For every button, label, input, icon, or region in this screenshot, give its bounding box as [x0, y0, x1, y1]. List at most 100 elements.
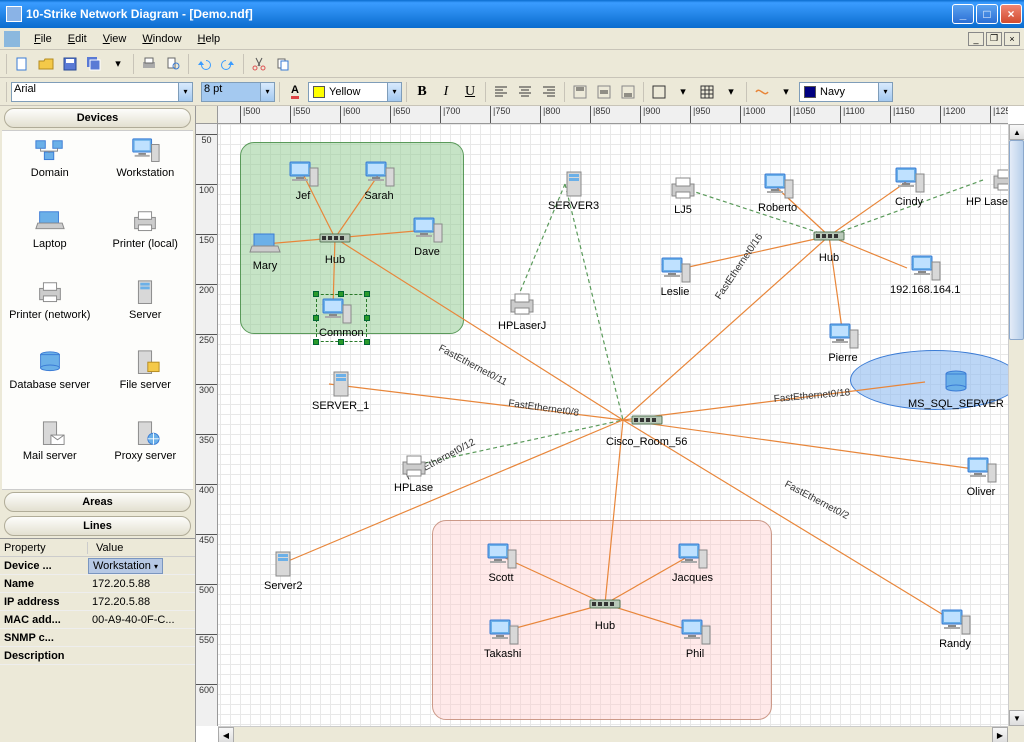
text-color-button[interactable]: A — [284, 81, 306, 103]
ruler-vertical[interactable]: 50100150200250300350400450500550600 — [196, 124, 218, 726]
node-server2[interactable]: Server2 — [264, 550, 303, 592]
scroll-left-button[interactable]: ◀ — [218, 727, 234, 742]
node-lj5[interactable]: LJ5 — [666, 174, 700, 216]
font-dropdown-button[interactable]: ▾ — [179, 82, 193, 102]
node-sarah[interactable]: Sarah — [362, 160, 396, 202]
node-takashi[interactable]: Takashi — [484, 618, 521, 660]
scrollbar-vertical[interactable]: ▲ ▼ — [1008, 124, 1024, 726]
prop-col-value[interactable]: Value — [88, 542, 123, 554]
redo-button[interactable] — [217, 53, 239, 75]
prop-row[interactable]: SNMP c... — [0, 629, 195, 647]
line-color-select[interactable]: Navy — [799, 82, 879, 102]
minimize-button[interactable]: _ — [952, 4, 974, 24]
open-button[interactable] — [35, 53, 57, 75]
node-mssql[interactable]: MS_SQL_SERVER — [908, 368, 1004, 410]
palette-domain[interactable]: Domain — [2, 135, 98, 202]
ruler-horizontal[interactable]: |450|500|550|600|650|700|750|800|850|900… — [218, 106, 1008, 124]
prop-row[interactable]: IP address172.20.5.88 — [0, 593, 195, 611]
menu-help[interactable]: Help — [190, 31, 229, 47]
node-mary[interactable]: Mary — [248, 230, 282, 272]
scroll-up-button[interactable]: ▲ — [1009, 124, 1024, 140]
bold-button[interactable]: B — [411, 81, 433, 103]
node-hplaserj1100[interactable]: HP LaserJ 1100 — [966, 166, 1008, 208]
size-dropdown-button[interactable]: ▾ — [261, 82, 275, 102]
node-hub2[interactable]: Hub — [812, 222, 846, 264]
node-hub1[interactable]: Hub — [318, 224, 352, 266]
devices-panel-header[interactable]: Devices — [4, 108, 191, 128]
prop-value[interactable]: Workstation ▾ — [88, 558, 163, 574]
prop-row[interactable]: MAC add...00-A9-40-0F-C... — [0, 611, 195, 629]
node-oliver[interactable]: Oliver — [964, 456, 998, 498]
node-ip164[interactable]: 192.168.164.1 — [890, 254, 960, 296]
close-button[interactable]: × — [1000, 4, 1022, 24]
prop-value[interactable]: 172.20.5.88 — [88, 596, 150, 608]
scroll-right-button[interactable]: ▶ — [992, 727, 1008, 742]
palette-database-server[interactable]: Database server — [2, 347, 98, 414]
node-cindy[interactable]: Cindy — [892, 166, 926, 208]
node-server3[interactable]: SERVER3 — [548, 170, 599, 212]
scroll-down-button[interactable]: ▼ — [1009, 710, 1024, 726]
areas-panel-header[interactable]: Areas — [4, 492, 191, 512]
palette-file-server[interactable]: File server — [98, 347, 194, 414]
prop-value[interactable]: 00-A9-40-0F-C... — [88, 614, 175, 626]
prop-col-property[interactable]: Property — [0, 542, 88, 554]
palette-workstation[interactable]: Workstation — [98, 135, 194, 202]
dropdown-1[interactable]: ▾ — [107, 53, 129, 75]
cut-button[interactable] — [248, 53, 270, 75]
underline-button[interactable]: U — [459, 81, 481, 103]
line-style-button[interactable] — [751, 81, 773, 103]
align-left-button[interactable] — [490, 81, 512, 103]
prop-row[interactable]: Device ...Workstation ▾ — [0, 557, 195, 575]
valign-top-button[interactable] — [569, 81, 591, 103]
grid-button[interactable] — [696, 81, 718, 103]
font-size-select[interactable]: 8 pt — [201, 82, 261, 102]
palette-server[interactable]: Server — [98, 277, 194, 344]
scrollbar-horizontal[interactable]: ◀ ▶ — [218, 726, 1008, 742]
new-button[interactable] — [11, 53, 33, 75]
node-hub3[interactable]: Hub — [588, 590, 622, 632]
palette-printer-network-[interactable]: Printer (network) — [2, 277, 98, 344]
fill-color-select[interactable]: Yellow — [308, 82, 388, 102]
align-right-button[interactable] — [538, 81, 560, 103]
diagram-canvas[interactable]: FastEthernet0/11FastEthernet0/8FastEther… — [218, 124, 1008, 726]
node-pierre[interactable]: Pierre — [826, 322, 860, 364]
print-button[interactable] — [138, 53, 160, 75]
mdi-close-button[interactable]: × — [1004, 32, 1020, 46]
node-jacques[interactable]: Jacques — [672, 542, 713, 584]
palette-printer-local-[interactable]: Printer (local) — [98, 206, 194, 273]
menu-edit[interactable]: Edit — [60, 31, 95, 47]
prop-row[interactable]: Name172.20.5.88 — [0, 575, 195, 593]
prop-row[interactable]: Description — [0, 647, 195, 665]
node-scott[interactable]: Scott — [484, 542, 518, 584]
node-hplaserj[interactable]: HPLaserJ — [498, 290, 546, 332]
node-hplase[interactable]: HPLase — [394, 452, 433, 494]
node-dave[interactable]: Dave — [410, 216, 444, 258]
border-dropdown[interactable]: ▾ — [672, 81, 694, 103]
italic-button[interactable]: I — [435, 81, 457, 103]
fill-color-dropdown[interactable]: ▾ — [388, 82, 402, 102]
valign-middle-button[interactable] — [593, 81, 615, 103]
node-roberto[interactable]: Roberto — [758, 172, 797, 214]
font-select[interactable]: Arial — [11, 82, 179, 102]
valign-bottom-button[interactable] — [617, 81, 639, 103]
border-button[interactable] — [648, 81, 670, 103]
menu-window[interactable]: Window — [134, 31, 189, 47]
mdi-restore-button[interactable]: ❐ — [986, 32, 1002, 46]
lines-panel-header[interactable]: Lines — [4, 516, 191, 536]
save-all-button[interactable] — [83, 53, 105, 75]
copy-button[interactable] — [272, 53, 294, 75]
undo-button[interactable] — [193, 53, 215, 75]
node-phil[interactable]: Phil — [678, 618, 712, 660]
node-common[interactable]: Common — [316, 294, 367, 342]
node-jef[interactable]: Jef — [286, 160, 320, 202]
maximize-button[interactable]: □ — [976, 4, 998, 24]
align-center-button[interactable] — [514, 81, 536, 103]
grid-dropdown[interactable]: ▾ — [720, 81, 742, 103]
palette-mail-server[interactable]: Mail server — [2, 418, 98, 485]
mdi-minimize-button[interactable]: _ — [968, 32, 984, 46]
node-leslie[interactable]: Leslie — [658, 256, 692, 298]
node-server1[interactable]: SERVER_1 — [312, 370, 369, 412]
save-button[interactable] — [59, 53, 81, 75]
palette-laptop[interactable]: Laptop — [2, 206, 98, 273]
node-randy[interactable]: Randy — [938, 608, 972, 650]
